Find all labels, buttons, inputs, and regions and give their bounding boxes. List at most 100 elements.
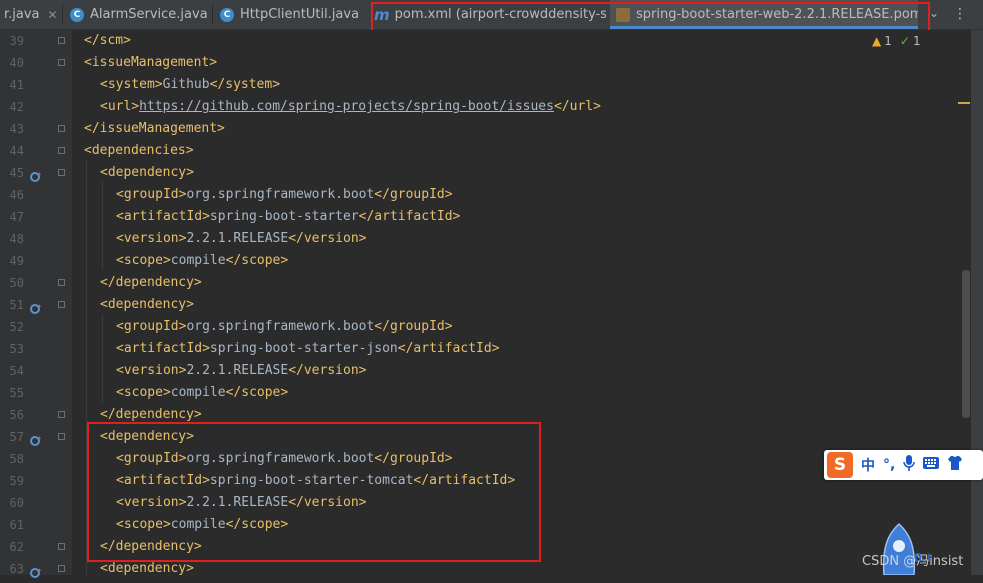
code-line[interactable]: 53 <artifactId>spring-boot-starter-json</… <box>0 338 960 360</box>
tab-r-java[interactable]: r.java ✕ <box>0 0 62 29</box>
code-content: <dependencies> <box>84 140 194 162</box>
line-number[interactable]: 53 <box>0 338 24 360</box>
fold-marker-icon[interactable] <box>58 411 65 418</box>
line-number[interactable]: 45 <box>0 162 24 184</box>
line-number[interactable]: 49 <box>0 250 24 272</box>
fold-marker-icon[interactable] <box>58 37 65 44</box>
keyboard-icon[interactable] <box>923 457 940 473</box>
code-content: </issueManagement> <box>84 118 225 140</box>
xml-open-tag: <url> <box>100 99 140 114</box>
code-line[interactable]: 44 <dependencies> <box>0 140 960 162</box>
xml-open-tag: <groupId> <box>116 451 187 466</box>
code-line[interactable]: 48 <version>2.2.1.RELEASE</version> <box>0 228 960 250</box>
line-number[interactable]: 48 <box>0 228 24 250</box>
tab-httpclientutil-java[interactable]: C HttpClientUtil.java ✕ <box>220 0 368 29</box>
line-number[interactable]: 54 <box>0 360 24 382</box>
fold-marker-icon[interactable] <box>58 59 65 66</box>
more-options-icon[interactable]: ⋮ <box>953 6 967 22</box>
line-number[interactable]: 46 <box>0 184 24 206</box>
xml-open-tag: </dependency> <box>100 275 202 290</box>
code-line[interactable]: 58 <groupId>org.springframework.boot</gro… <box>0 448 960 470</box>
line-number[interactable]: 52 <box>0 316 24 338</box>
ime-mode-toggle[interactable]: 中 <box>861 455 875 475</box>
tab-spring-boot-starter-web-pom[interactable]: spring-boot-starter-web-2.2.1.RELEASE.po… <box>610 0 918 29</box>
fold-marker-icon[interactable] <box>58 433 65 440</box>
code-line[interactable]: 52 <groupId>org.springframework.boot</gro… <box>0 316 960 338</box>
fold-marker-icon[interactable] <box>58 565 65 572</box>
code-line[interactable]: 49 <scope>compile</scope> <box>0 250 960 272</box>
xml-open-tag: <system> <box>100 77 163 92</box>
punctuation-toggle[interactable]: °, <box>883 457 895 473</box>
tool-window-strip[interactable] <box>971 30 983 575</box>
code-line[interactable]: 60 <version>2.2.1.RELEASE</version> <box>0 492 960 514</box>
close-icon[interactable]: ✕ <box>367 8 368 22</box>
code-line[interactable]: 57 <dependency> <box>0 426 960 448</box>
code-line[interactable]: 56 </dependency> <box>0 404 960 426</box>
code-line[interactable]: 41 <system>Github</system> <box>0 74 960 96</box>
line-number[interactable]: 58 <box>0 448 24 470</box>
xml-text: 2.2.1.RELEASE <box>186 495 289 510</box>
override-marker-icon[interactable] <box>30 300 41 314</box>
ime-toolbar[interactable]: S 中 °, <box>824 450 983 480</box>
tab-pom-xml[interactable]: m pom.xml (airport-crowddensity-s) ✕ <box>374 0 606 29</box>
code-line[interactable]: 51 <dependency> <box>0 294 960 316</box>
mic-icon[interactable] <box>903 455 916 475</box>
code-line[interactable]: 63 <dependency> <box>0 558 960 580</box>
code-line[interactable]: 42 <url>https://github.com/spring-project… <box>0 96 960 118</box>
tab-alarmservice-java[interactable]: C AlarmService.java ✕ <box>70 0 210 29</box>
skin-icon[interactable] <box>947 456 963 474</box>
xml-text: 2.2.1.RELEASE <box>186 231 289 246</box>
line-number[interactable]: 51 <box>0 294 24 316</box>
code-line[interactable]: 61 <scope>compile</scope> <box>0 514 960 536</box>
inspection-widget[interactable]: ▲ 1 ✓ 1 <box>872 34 921 48</box>
fold-marker-icon[interactable] <box>58 301 65 308</box>
override-marker-icon[interactable] <box>30 564 41 578</box>
code-line[interactable]: 39 </scm> <box>0 30 960 52</box>
line-number[interactable]: 55 <box>0 382 24 404</box>
fold-marker-icon[interactable] <box>58 125 65 132</box>
code-line[interactable]: 46 <groupId>org.springframework.boot</gro… <box>0 184 960 206</box>
error-stripe-mark[interactable] <box>958 102 970 104</box>
line-number[interactable]: 39 <box>0 30 24 52</box>
code-line[interactable]: 50 </dependency> <box>0 272 960 294</box>
close-icon[interactable]: ✕ <box>48 8 58 22</box>
line-number[interactable]: 56 <box>0 404 24 426</box>
fold-marker-icon[interactable] <box>58 543 65 550</box>
sogou-logo[interactable]: S <box>827 452 853 478</box>
fold-marker-icon[interactable] <box>58 169 65 176</box>
line-number[interactable]: 40 <box>0 52 24 74</box>
code-line[interactable]: 43 </issueManagement> <box>0 118 960 140</box>
override-marker-icon[interactable] <box>30 168 41 182</box>
vertical-scrollbar[interactable] <box>962 270 970 418</box>
line-number[interactable]: 57 <box>0 426 24 448</box>
code-content: <version>2.2.1.RELEASE</version> <box>116 360 366 382</box>
xml-text: org.springframework.boot <box>186 187 375 202</box>
code-line[interactable]: 47 <artifactId>spring-boot-starter</artif… <box>0 206 960 228</box>
line-number[interactable]: 63 <box>0 558 24 580</box>
override-marker-icon[interactable] <box>30 432 41 446</box>
line-number[interactable]: 62 <box>0 536 24 558</box>
code-line[interactable]: 40 <issueManagement> <box>0 52 960 74</box>
fold-marker-icon[interactable] <box>58 279 65 286</box>
xml-close-tag: </scope> <box>225 385 289 400</box>
line-number[interactable]: 59 <box>0 470 24 492</box>
line-number[interactable]: 60 <box>0 492 24 514</box>
tab-label: pom.xml (airport-crowddensity-s) <box>394 7 606 22</box>
code-line[interactable]: 62 </dependency> <box>0 536 960 558</box>
url-link[interactable]: https://github.com/spring-projects/sprin… <box>139 99 554 114</box>
code-line[interactable]: 55 <scope>compile</scope> <box>0 382 960 404</box>
line-number[interactable]: 50 <box>0 272 24 294</box>
code-line[interactable]: 54 <version>2.2.1.RELEASE</version> <box>0 360 960 382</box>
line-number[interactable]: 41 <box>0 74 24 96</box>
line-number[interactable]: 44 <box>0 140 24 162</box>
code-line[interactable]: 59 <artifactId>spring-boot-starter-tomcat… <box>0 470 960 492</box>
code-content: <system>Github</system> <box>100 74 280 96</box>
line-number[interactable]: 47 <box>0 206 24 228</box>
line-number[interactable]: 61 <box>0 514 24 536</box>
code-line[interactable]: 45 <dependency> <box>0 162 960 184</box>
watermark: CSDN @冯insist <box>862 554 964 569</box>
line-number[interactable]: 43 <box>0 118 24 140</box>
chevron-down-icon[interactable]: ⌄ <box>929 6 939 20</box>
fold-marker-icon[interactable] <box>58 147 65 154</box>
line-number[interactable]: 42 <box>0 96 24 118</box>
